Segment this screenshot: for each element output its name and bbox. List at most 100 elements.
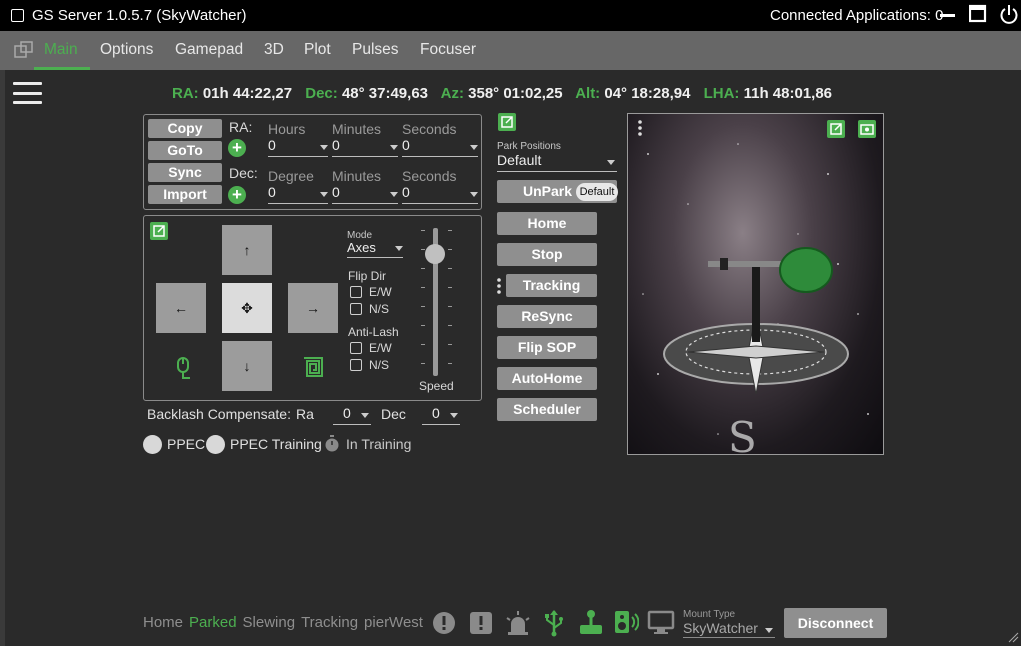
- flip-dir-label: Flip Dir: [348, 269, 386, 283]
- status-parked: Parked: [189, 614, 237, 631]
- park-positions-label: Park Positions: [497, 141, 561, 152]
- tab-options[interactable]: Options: [100, 41, 153, 59]
- more-vert-icon[interactable]: [497, 277, 501, 295]
- slew-stop-center-button[interactable]: ✥: [222, 283, 272, 333]
- unpark-default-badge: Default: [576, 183, 618, 201]
- more-vert-icon[interactable]: [638, 120, 642, 141]
- alt-value: 04° 18:28,94: [604, 85, 691, 102]
- dec-add-icon[interactable]: +: [228, 186, 246, 204]
- slew-right-button[interactable]: →: [288, 283, 338, 333]
- unpark-label: UnPark: [523, 183, 573, 199]
- flip-ns-label: N/S: [369, 302, 390, 316]
- az-label: Az:: [440, 85, 464, 102]
- resync-button[interactable]: ReSync: [497, 305, 597, 328]
- scheduler-button[interactable]: Scheduler: [497, 398, 597, 421]
- tab-pulses[interactable]: Pulses: [352, 41, 399, 59]
- svg-text:S: S: [728, 413, 757, 455]
- tab-focuser[interactable]: Focuser: [420, 41, 476, 59]
- window-checkbox[interactable]: [11, 9, 24, 22]
- alt-label: Alt:: [575, 85, 601, 102]
- tab-gamepad[interactable]: Gamepad: [175, 41, 243, 59]
- antilash-ns-checkbox[interactable]: [350, 359, 362, 371]
- chevron-down-icon: [390, 192, 398, 197]
- ppec-training-toggle[interactable]: [206, 435, 225, 454]
- ra-hours-field[interactable]: 0: [268, 137, 328, 157]
- active-tab-indicator: [34, 67, 90, 70]
- flip-ew-checkbox[interactable]: [350, 286, 362, 298]
- tab-main[interactable]: Main: [44, 41, 78, 59]
- 3d-mount-view[interactable]: S: [627, 113, 884, 455]
- slew-up-button[interactable]: ↑: [222, 225, 272, 275]
- mount-scene-image: S: [642, 143, 869, 455]
- dec-minutes-field[interactable]: 0: [332, 184, 398, 204]
- degree-placeholder: Degree: [268, 168, 314, 184]
- tracking-button[interactable]: Tracking: [506, 274, 597, 297]
- status-bar: Home Parked Slewing Tracking pierWest: [143, 614, 429, 631]
- speed-slider-thumb[interactable]: [425, 244, 445, 264]
- status-tracking: Tracking: [301, 614, 359, 631]
- mode-select[interactable]: Axes: [347, 240, 403, 258]
- flip-ns-checkbox[interactable]: [350, 303, 362, 315]
- slew-left-button[interactable]: ←: [156, 283, 206, 333]
- dec-seconds-field[interactable]: 0: [402, 184, 478, 204]
- ra-add-icon[interactable]: +: [228, 139, 246, 157]
- slew-down-button[interactable]: ↓: [222, 341, 272, 391]
- backlash-ra-value: 0: [343, 405, 351, 421]
- popout-icon[interactable]: [827, 120, 845, 138]
- ra-seconds-field[interactable]: 0: [402, 137, 478, 157]
- minimize-icon[interactable]: [940, 4, 956, 29]
- ra-minutes-field[interactable]: 0: [332, 137, 398, 157]
- chevron-down-icon: [320, 145, 328, 150]
- left-edge: [0, 70, 5, 646]
- dec-degree-field[interactable]: 0: [268, 184, 328, 204]
- home-button[interactable]: Home: [497, 212, 597, 235]
- mount-type-value: SkyWatcher: [683, 620, 758, 636]
- copy-button[interactable]: Copy: [148, 119, 222, 138]
- chevron-down-icon: [470, 192, 478, 197]
- tab-bar: Main Options Gamepad 3D Plot Pulses Focu…: [0, 31, 1021, 70]
- status-pierwest: pierWest: [364, 614, 423, 631]
- ppec-toggle[interactable]: [143, 435, 162, 454]
- slew-panel: ↑ ← ✥ → ↓ Mode Axes Flip Dir E/W N/S Ant…: [143, 215, 482, 401]
- usb-icon: [543, 609, 565, 642]
- menu-icon[interactable]: [13, 82, 42, 104]
- tab-3d[interactable]: 3D: [264, 41, 284, 59]
- popout-icon[interactable]: [150, 222, 168, 240]
- antilash-ew-label: E/W: [369, 341, 392, 355]
- stop-button[interactable]: Stop: [497, 243, 597, 266]
- tab-plot[interactable]: Plot: [304, 41, 331, 59]
- import-button[interactable]: Import: [148, 185, 222, 204]
- backlash-ra-select[interactable]: 0: [333, 405, 371, 425]
- backlash-ra-label: Ra: [296, 406, 314, 422]
- popout-icon[interactable]: [498, 113, 516, 131]
- mount-type-select[interactable]: SkyWatcher: [683, 620, 775, 638]
- dec-label: Dec:: [305, 85, 338, 102]
- backlash-dec-value: 0: [432, 405, 440, 421]
- lha-label: LHA:: [703, 85, 740, 102]
- flip-sop-button[interactable]: Flip SOP: [497, 336, 597, 359]
- mouse-control-icon[interactable]: [172, 356, 194, 385]
- maximize-icon[interactable]: [968, 4, 987, 29]
- dec-minutes-value: 0: [332, 184, 340, 200]
- resize-grip-icon[interactable]: [1007, 630, 1019, 646]
- chevron-down-icon: [765, 628, 773, 633]
- goto-button[interactable]: GoTo: [148, 141, 222, 160]
- antilash-ew-checkbox[interactable]: [350, 342, 362, 354]
- backlash-dec-select[interactable]: 0: [422, 405, 460, 425]
- disconnect-button[interactable]: Disconnect: [784, 608, 887, 638]
- camera-icon[interactable]: [858, 120, 876, 138]
- minutes-placeholder: Minutes: [332, 121, 382, 137]
- sync-button[interactable]: Sync: [148, 163, 222, 182]
- mode-value: Axes: [347, 240, 376, 255]
- spiral-icon[interactable]: [302, 356, 324, 383]
- window-title: GS Server 1.0.5.7 (SkyWatcher): [32, 7, 247, 24]
- seconds-placeholder: Seconds: [402, 121, 457, 137]
- speed-ticks: [448, 230, 452, 375]
- power-icon[interactable]: [999, 4, 1019, 31]
- park-positions-select[interactable]: Default: [497, 152, 617, 172]
- ra-seconds-value: 0: [402, 137, 410, 153]
- ra-label: RA:: [172, 85, 199, 102]
- chevron-down-icon: [361, 413, 369, 418]
- anti-lash-label: Anti-Lash: [348, 325, 399, 339]
- autohome-button[interactable]: AutoHome: [497, 367, 597, 390]
